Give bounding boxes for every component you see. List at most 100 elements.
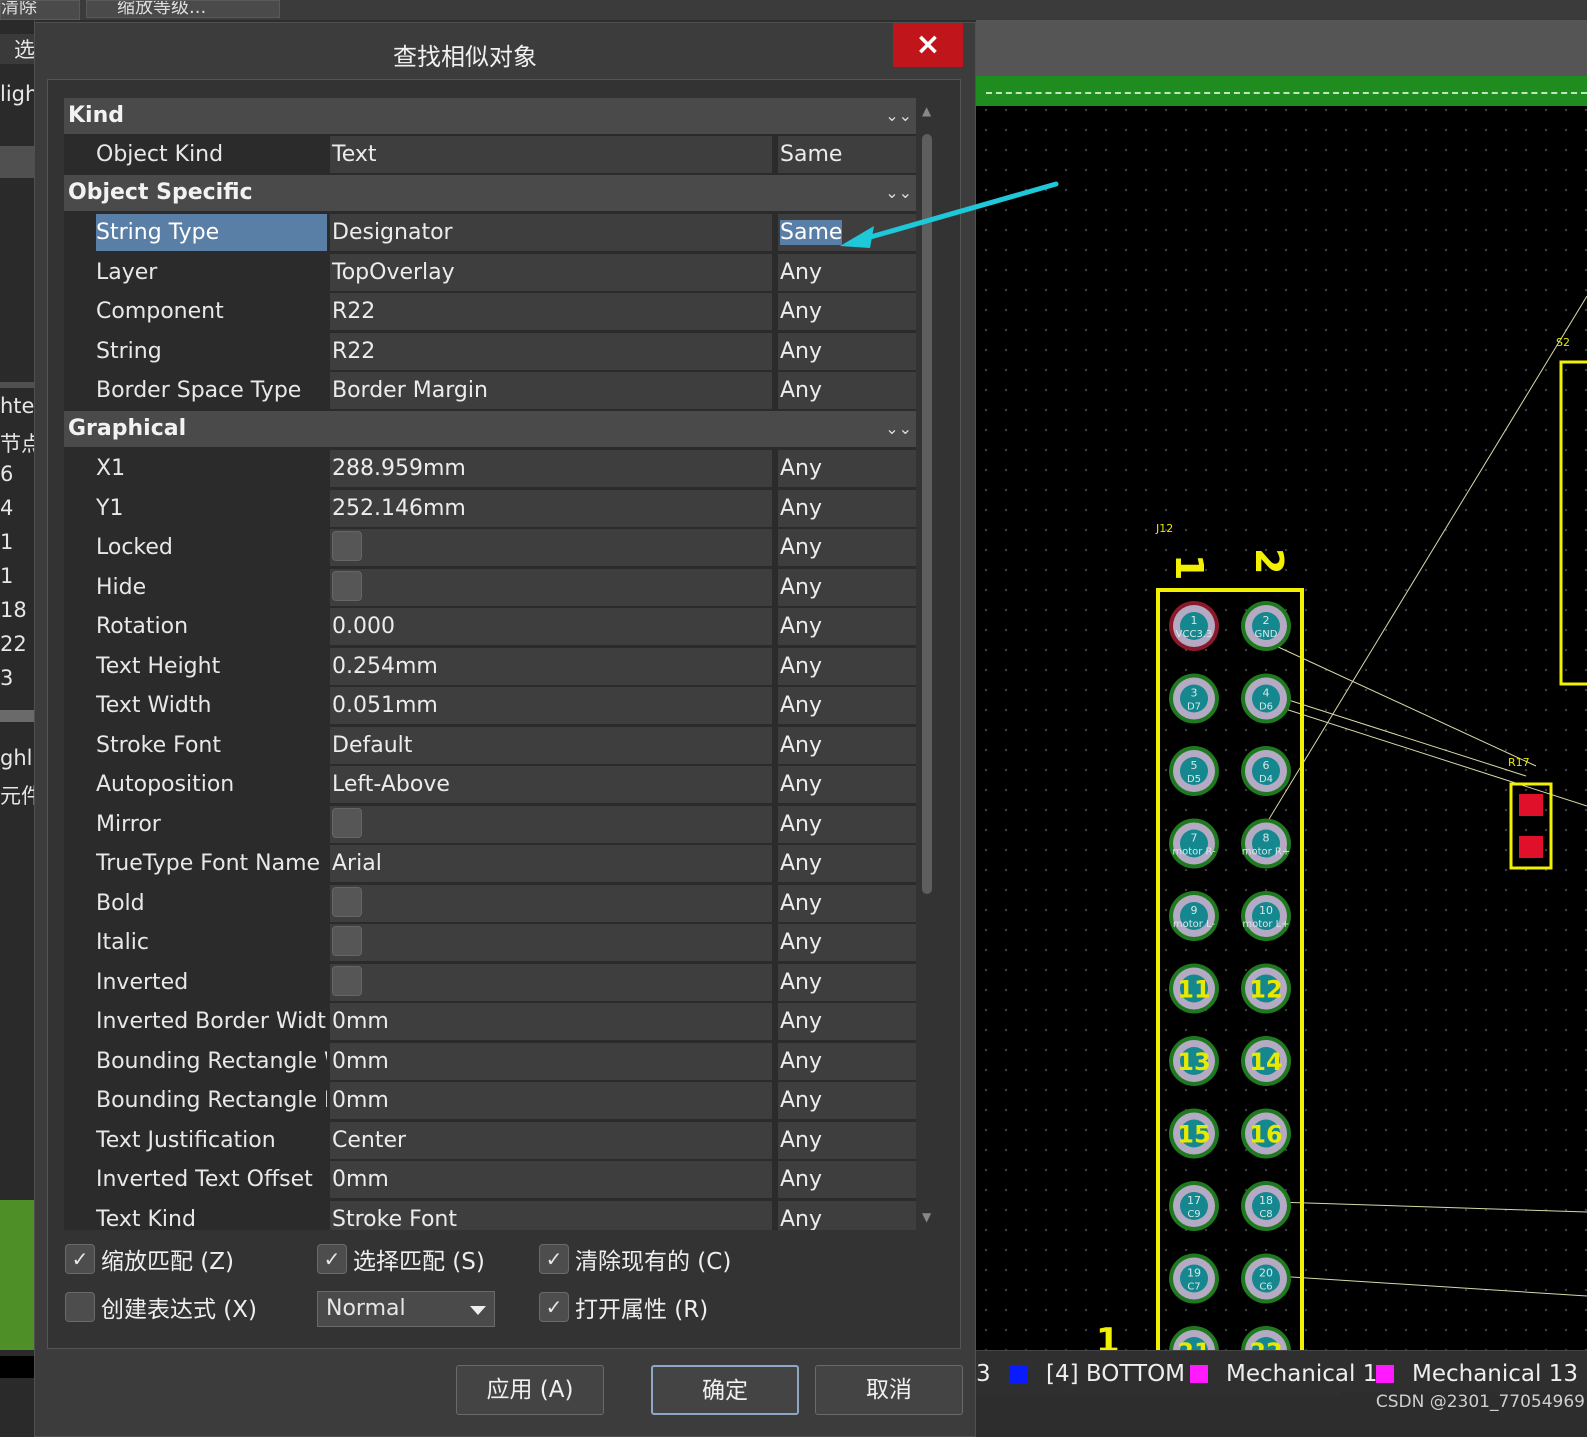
connector-pin[interactable]: 6D4 bbox=[1241, 746, 1291, 796]
property-value[interactable]: R22 bbox=[330, 333, 772, 370]
check-icon[interactable]: ✓ bbox=[539, 1244, 569, 1274]
property-match[interactable]: Any bbox=[778, 964, 916, 1001]
apply-button[interactable]: 应用 (A) bbox=[456, 1365, 604, 1415]
connector-pin[interactable]: 21 bbox=[1169, 1326, 1219, 1350]
property-row[interactable]: Border Space Type Border Margin Any bbox=[64, 372, 916, 409]
pcb-drawing[interactable]: J12 1 2 1 1VCC3.32GND3D74D65D56D47motor … bbox=[976, 106, 1587, 1350]
property-match[interactable]: Any bbox=[778, 450, 916, 487]
property-match[interactable]: Any bbox=[778, 490, 916, 527]
property-row[interactable]: Layer TopOverlay Any bbox=[64, 254, 916, 291]
property-value[interactable]: Arial bbox=[330, 845, 772, 882]
property-row[interactable]: Text Width 0.051mm Any bbox=[64, 687, 916, 724]
create-expression-option[interactable]: 创建表达式 (X) bbox=[65, 1290, 257, 1324]
close-button[interactable]: × bbox=[893, 23, 963, 67]
section-object-specific[interactable]: Object Specific ⌄⌄ bbox=[64, 175, 916, 211]
connector-pin[interactable]: 3D7 bbox=[1169, 673, 1219, 724]
connector-pin[interactable]: 5D5 bbox=[1169, 746, 1219, 796]
property-match[interactable]: Any bbox=[778, 924, 916, 961]
connector-pin[interactable]: 22 bbox=[1241, 1326, 1291, 1350]
hide-checkbox[interactable] bbox=[332, 571, 362, 601]
property-row[interactable]: Y1 252.146mm Any bbox=[64, 490, 916, 527]
connector-pin[interactable]: 8 motor R+ bbox=[1241, 818, 1291, 869]
property-value[interactable]: 0.000 bbox=[330, 608, 772, 645]
property-match[interactable]: Any bbox=[778, 372, 916, 409]
layer-tab-mechanical-13[interactable]: Mechanical 13 bbox=[1376, 1359, 1578, 1389]
component-designator[interactable]: S2 bbox=[1556, 336, 1570, 349]
property-match[interactable]: Any bbox=[778, 1043, 916, 1080]
property-value[interactable]: R22 bbox=[330, 293, 772, 330]
vertical-scrollbar[interactable]: ▲ ▼ bbox=[920, 98, 936, 1230]
connector-pin[interactable]: 13 bbox=[1169, 1036, 1219, 1086]
zoom-level-button[interactable]: 缩放等级... bbox=[86, 0, 280, 18]
property-match[interactable]: Any bbox=[778, 648, 916, 685]
property-row[interactable]: Bounding Rectangle Wic 0mm Any bbox=[64, 1043, 916, 1080]
scroll-down-icon[interactable]: ▼ bbox=[922, 1210, 931, 1224]
property-value[interactable]: Designator bbox=[330, 214, 772, 251]
layer-tab-bottom[interactable]: [4] BOTTOM bbox=[1010, 1359, 1185, 1389]
property-row-selected[interactable]: String Type Designator Same bbox=[64, 214, 916, 251]
property-value[interactable]: 0mm bbox=[330, 1161, 772, 1198]
property-row[interactable]: Autoposition Left-Above Any bbox=[64, 766, 916, 803]
property-value[interactable]: 252.146mm bbox=[330, 490, 772, 527]
property-row[interactable]: Bounding Rectangle Hei 0mm Any bbox=[64, 1082, 916, 1119]
resistor-designator[interactable]: R17 bbox=[1508, 756, 1530, 769]
property-match[interactable]: Same bbox=[778, 136, 916, 173]
collapse-chevron-icon[interactable]: ⌄⌄ bbox=[885, 98, 912, 134]
scroll-up-icon[interactable]: ▲ bbox=[922, 104, 931, 118]
connector-pin[interactable]: 11 bbox=[1169, 963, 1219, 1014]
property-row[interactable]: String R22 Any bbox=[64, 333, 916, 370]
ok-button[interactable]: 确定 bbox=[651, 1365, 799, 1415]
property-value[interactable]: 288.959mm bbox=[330, 450, 772, 487]
property-match[interactable]: Any bbox=[778, 333, 916, 370]
property-value[interactable]: Center bbox=[330, 1122, 772, 1159]
property-row[interactable]: Text Justification Center Any bbox=[64, 1122, 916, 1159]
property-value[interactable]: Border Margin bbox=[330, 372, 772, 409]
cancel-button[interactable]: 取消 bbox=[815, 1365, 963, 1415]
connector-pin[interactable]: 19C7 bbox=[1169, 1253, 1219, 1304]
check-icon[interactable]: ✓ bbox=[539, 1292, 569, 1322]
property-match[interactable]: Any bbox=[778, 687, 916, 724]
property-match[interactable]: Any bbox=[778, 727, 916, 764]
connector-pin[interactable]: 7 motor R- bbox=[1169, 818, 1219, 869]
property-row[interactable]: TrueType Font Name Arial Any bbox=[64, 845, 916, 882]
connector-pins[interactable]: 1VCC3.32GND3D74D65D56D47motor R-8motor R… bbox=[1169, 601, 1291, 1350]
mirror-checkbox[interactable] bbox=[332, 808, 362, 838]
property-row[interactable]: Rotation 0.000 Any bbox=[64, 608, 916, 645]
connector-pin[interactable]: 14 bbox=[1241, 1036, 1291, 1086]
inverted-checkbox[interactable] bbox=[332, 966, 362, 996]
connector-pin[interactable]: 2 GND bbox=[1241, 601, 1291, 651]
italic-checkbox[interactable] bbox=[332, 926, 362, 956]
connector-pin[interactable]: 1 VCC3.3 bbox=[1169, 601, 1219, 651]
property-row[interactable]: Italic Any bbox=[64, 924, 916, 961]
layer-tab-mechanical-1[interactable]: Mechanical 1 bbox=[1190, 1359, 1377, 1389]
zoom-match-option[interactable]: ✓ 缩放匹配 (Z) bbox=[65, 1242, 234, 1276]
section-graphical[interactable]: Graphical ⌄⌄ bbox=[64, 411, 916, 447]
property-match[interactable]: Any bbox=[778, 529, 916, 566]
connector-pin[interactable]: 12 bbox=[1241, 963, 1291, 1014]
property-match[interactable]: Any bbox=[778, 806, 916, 843]
property-row[interactable]: Component R22 Any bbox=[64, 293, 916, 330]
mode-select[interactable]: Normal bbox=[317, 1291, 495, 1327]
unchecked-box-icon[interactable] bbox=[65, 1292, 95, 1322]
property-row[interactable]: Object Kind Text Same bbox=[64, 136, 916, 173]
layer-tab[interactable]: 3 bbox=[976, 1359, 991, 1389]
property-match[interactable]: Any bbox=[778, 1003, 916, 1040]
property-match[interactable]: Any bbox=[778, 1122, 916, 1159]
connector-pin[interactable]: 18C8 bbox=[1241, 1181, 1291, 1231]
clear-button[interactable]: 清除 bbox=[0, 0, 80, 20]
property-match[interactable]: Any bbox=[778, 885, 916, 922]
check-icon[interactable]: ✓ bbox=[317, 1244, 347, 1274]
bold-checkbox[interactable] bbox=[332, 887, 362, 917]
property-match[interactable]: Any bbox=[778, 845, 916, 882]
property-value[interactable]: TopOverlay bbox=[330, 254, 772, 291]
resistor-pad-1[interactable] bbox=[1519, 794, 1543, 816]
open-properties-option[interactable]: ✓ 打开属性 (R) bbox=[539, 1290, 708, 1324]
property-value[interactable]: Left-Above bbox=[330, 766, 772, 803]
check-icon[interactable]: ✓ bbox=[65, 1244, 95, 1274]
connector-pin[interactable]: 16 bbox=[1241, 1108, 1291, 1159]
connector-pin[interactable]: 20C6 bbox=[1241, 1253, 1291, 1304]
property-match[interactable]: Any bbox=[778, 1082, 916, 1119]
property-row[interactable]: Hide Any bbox=[64, 569, 916, 606]
connector-pin[interactable]: 10 motor L+ bbox=[1241, 891, 1291, 941]
properties-grid[interactable]: Kind ⌄⌄ Object Kind Text Same Object Spec… bbox=[64, 98, 916, 1230]
